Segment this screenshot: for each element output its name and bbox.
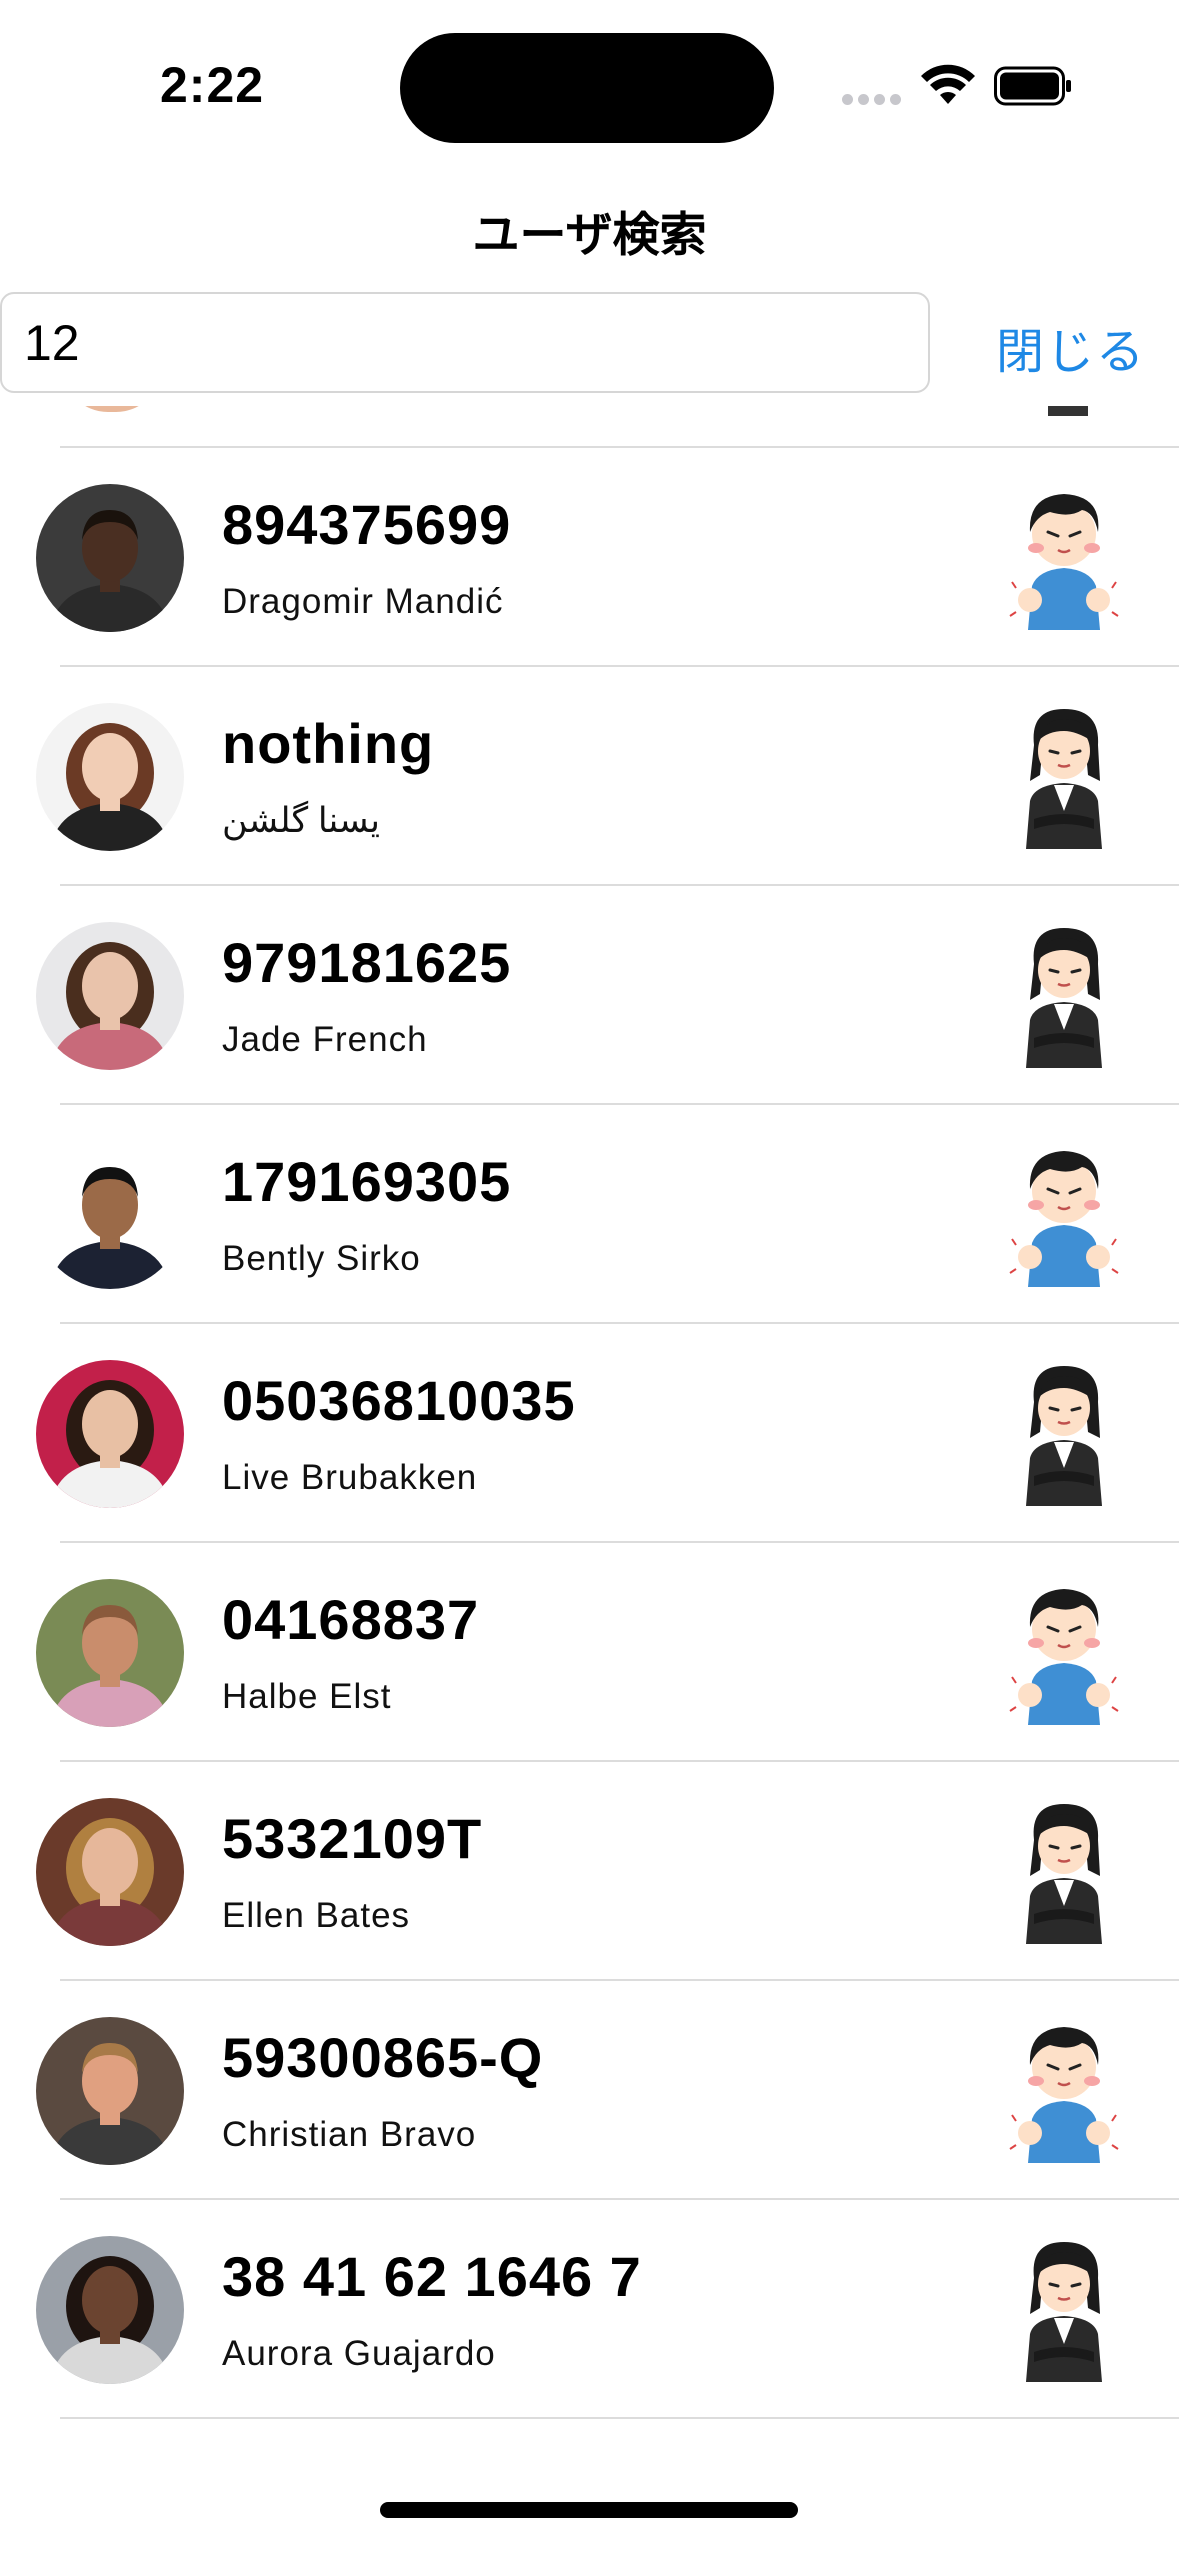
list-item[interactable]: 979181625 Jade French xyxy=(0,884,1179,1106)
page-title: ユーザ検索 xyxy=(472,208,707,261)
user-name: Ellen Bates xyxy=(222,1896,411,1935)
user-id: 5332109T xyxy=(222,1807,483,1870)
female-illustration-icon xyxy=(1000,2234,1130,2384)
list-item[interactable]: 05036810035 Live Brubakken xyxy=(0,1322,1179,1544)
user-id: 179169305 xyxy=(222,1150,512,1213)
female-illustration-icon xyxy=(1000,920,1130,1070)
avatar xyxy=(36,2236,184,2384)
search-input[interactable]: 12 xyxy=(0,292,930,393)
male-illustration-icon xyxy=(1000,482,1130,632)
user-id: nothing xyxy=(222,712,435,775)
row-separator xyxy=(60,1322,1179,1324)
wifi-icon xyxy=(921,64,975,104)
avatar xyxy=(36,1579,184,1727)
user-name: Aurora Guajardo xyxy=(222,2334,496,2373)
female-illustration-icon xyxy=(1000,1358,1130,1508)
close-button[interactable]: 閉じる xyxy=(996,312,1146,382)
avatar xyxy=(36,922,184,1070)
row-separator xyxy=(60,446,1179,448)
list-item[interactable]: 04168837 Halbe Elst xyxy=(0,1541,1179,1763)
avatar xyxy=(36,1360,184,1508)
female-illustration-icon xyxy=(1000,1796,1130,1946)
row-separator xyxy=(60,884,1179,886)
avatar xyxy=(36,484,184,632)
dynamic-island xyxy=(400,33,774,143)
male-illustration-icon xyxy=(1000,1139,1130,1289)
user-name: Bently Sirko xyxy=(222,1239,421,1278)
user-list[interactable]: 894375699 Dragomir Mandić nothing یسنا گلشن… xyxy=(0,406,1179,2476)
battery-icon xyxy=(994,66,1071,106)
user-name: Dragomir Mandić xyxy=(222,582,504,621)
row-separator xyxy=(60,1979,1179,1981)
user-name: یسنا گلشن xyxy=(222,801,381,840)
list-item[interactable]: nothing یسنا گلشن xyxy=(0,665,1179,887)
user-id: 04168837 xyxy=(222,1588,480,1651)
user-id: 05036810035 xyxy=(222,1369,576,1432)
user-name: Jade French xyxy=(222,1020,428,1059)
user-name: Live Brubakken xyxy=(222,1458,478,1497)
gender-illustration-icon xyxy=(1048,406,1088,416)
male-illustration-icon xyxy=(1000,2015,1130,2165)
female-illustration-icon xyxy=(1000,701,1130,851)
list-item-partial[interactable] xyxy=(0,406,1179,446)
row-separator xyxy=(60,2417,1179,2419)
avatar xyxy=(36,2017,184,2165)
home-indicator[interactable] xyxy=(380,2502,798,2518)
user-name: Christian Bravo xyxy=(222,2115,477,2154)
list-item[interactable]: 894375699 Dragomir Mandić xyxy=(0,446,1179,668)
avatar xyxy=(36,703,184,851)
status-time: 2:22 xyxy=(160,57,265,113)
avatar xyxy=(36,1798,184,1946)
cellular-signal-icon xyxy=(842,94,904,108)
list-item[interactable]: 59300865-Q Christian Bravo xyxy=(0,1979,1179,2201)
row-separator xyxy=(60,1760,1179,1762)
user-id: 979181625 xyxy=(222,931,512,994)
avatar xyxy=(62,406,162,412)
user-id: 38 41 62 1646 7 xyxy=(222,2245,642,2308)
list-item[interactable]: 5332109T Ellen Bates xyxy=(0,1760,1179,1982)
male-illustration-icon xyxy=(1000,1577,1130,1727)
row-separator xyxy=(60,1541,1179,1543)
row-separator xyxy=(60,1103,1179,1105)
row-separator xyxy=(60,665,1179,667)
user-search-screen: 2:22 ユーザ検索 12 閉じる 894375699 Dragomir Mand… xyxy=(0,0,1179,2556)
user-id: 894375699 xyxy=(222,493,512,556)
avatar xyxy=(36,1141,184,1289)
user-id: 59300865-Q xyxy=(222,2026,544,2089)
user-name: Halbe Elst xyxy=(222,1677,392,1716)
row-separator xyxy=(60,2198,1179,2200)
list-item[interactable]: 179169305 Bently Sirko xyxy=(0,1103,1179,1325)
list-item[interactable]: 38 41 62 1646 7 Aurora Guajardo xyxy=(0,2198,1179,2420)
